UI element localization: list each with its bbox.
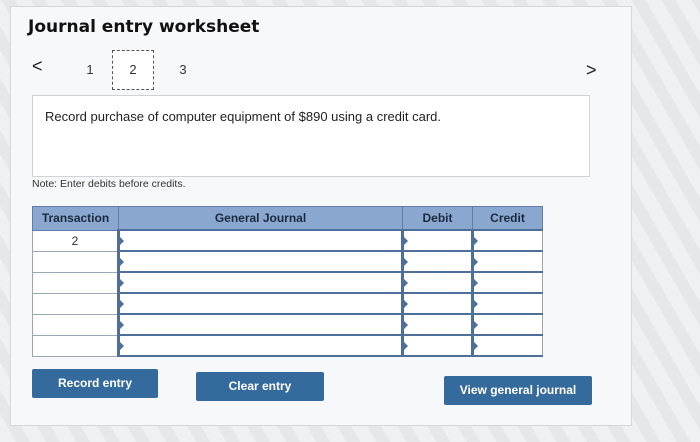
record-entry-button[interactable]: Record entry [32, 369, 158, 398]
credit-input[interactable] [471, 334, 543, 357]
account-dropdown[interactable] [117, 334, 403, 357]
step-1-tab[interactable]: 1 [84, 62, 96, 77]
prompt-box: Record purchase of computer equipment of… [32, 95, 590, 177]
step-2-tab[interactable]: 2 [112, 50, 154, 90]
header-debit: Debit [402, 206, 473, 231]
table-row [32, 271, 543, 294]
debit-input[interactable] [401, 292, 473, 315]
table-row: 2 [32, 229, 543, 252]
account-dropdown[interactable] [117, 271, 403, 294]
account-dropdown[interactable] [117, 229, 403, 252]
transaction-cell [32, 313, 119, 336]
note-text: Note: Enter debits before credits. [32, 178, 186, 190]
transaction-cell [32, 334, 119, 357]
header-transaction: Transaction [32, 206, 119, 231]
transaction-cell: 2 [32, 229, 119, 252]
transaction-cell [32, 292, 119, 315]
step-3-tab[interactable]: 3 [177, 62, 189, 77]
view-general-journal-button[interactable]: View general journal [444, 376, 592, 405]
next-arrow-icon[interactable]: > [586, 60, 597, 81]
credit-input[interactable] [471, 250, 543, 273]
table-header-row: Transaction General Journal Debit Credit [32, 206, 543, 231]
credit-input[interactable] [471, 229, 543, 252]
table-row [32, 292, 543, 315]
header-general-journal: General Journal [118, 206, 403, 231]
account-dropdown[interactable] [117, 313, 403, 336]
page-title: Journal entry worksheet [28, 17, 260, 37]
credit-input[interactable] [471, 292, 543, 315]
credit-input[interactable] [471, 313, 543, 336]
debit-input[interactable] [401, 250, 473, 273]
table-row [32, 313, 543, 336]
account-dropdown[interactable] [117, 292, 403, 315]
credit-input[interactable] [471, 271, 543, 294]
debit-input[interactable] [401, 334, 473, 357]
previous-arrow-icon[interactable]: < [32, 56, 43, 77]
transaction-cell [32, 250, 119, 273]
clear-entry-button[interactable]: Clear entry [196, 372, 324, 401]
debit-input[interactable] [401, 313, 473, 336]
debit-input[interactable] [401, 229, 473, 252]
debit-input[interactable] [401, 271, 473, 294]
table-row [32, 250, 543, 273]
journal-entry-table: Transaction General Journal Debit Credit… [32, 206, 543, 357]
table-row [32, 334, 543, 357]
transaction-cell [32, 271, 119, 294]
account-dropdown[interactable] [117, 250, 403, 273]
header-credit: Credit [472, 206, 543, 231]
prompt-text: Record purchase of computer equipment of… [45, 109, 442, 124]
